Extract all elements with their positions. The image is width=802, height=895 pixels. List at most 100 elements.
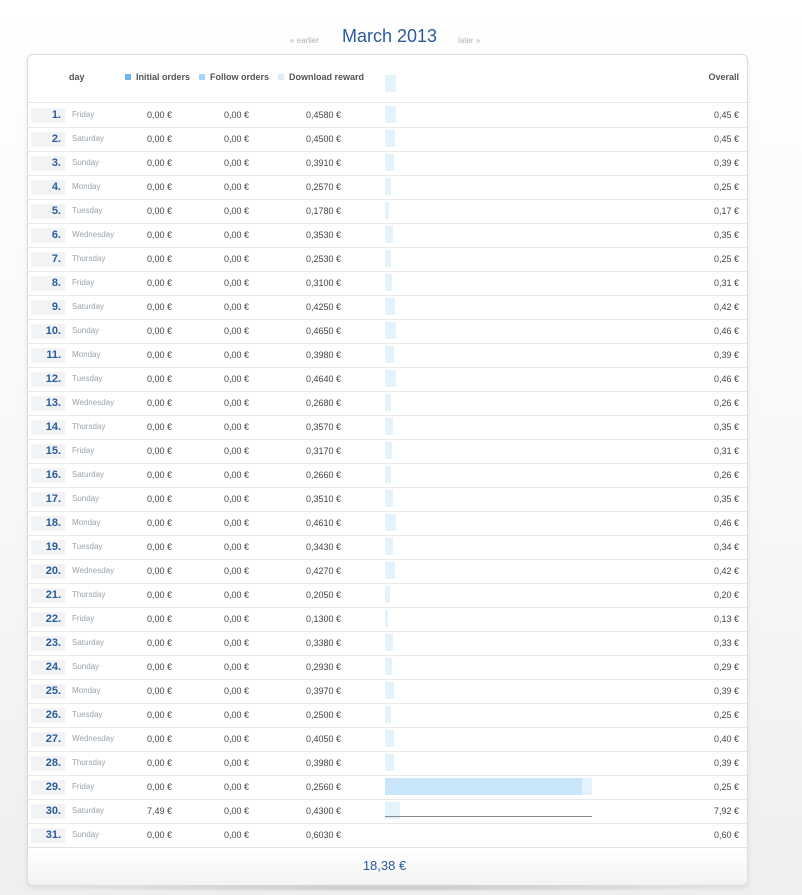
table-row[interactable]: 27. Wednesday 0,00 € 0,00 € 0,4050 € 0,40 € [28, 728, 747, 752]
table-row[interactable]: 24. Sunday 0,00 € 0,00 € 0,2930 € 0,29 € [28, 656, 747, 680]
later-link[interactable]: later » [458, 36, 480, 45]
download-reward-value: 0,2660 € [306, 470, 342, 480]
legend-initial-orders[interactable]: Initial orders [125, 72, 190, 82]
table-row[interactable]: 23. Saturday 0,00 € 0,00 € 0,3380 € 0,33 € [28, 632, 747, 656]
table-row[interactable]: 29. Friday 0,00 € 0,00 € 0,2560 € 0,25 € [28, 776, 747, 800]
initial-orders-value: 0,00 € [147, 830, 173, 840]
day-bar[interactable] [385, 730, 394, 747]
day-bar[interactable] [385, 154, 394, 171]
day-bar[interactable] [385, 442, 392, 459]
table-row[interactable]: 20. Wednesday 0,00 € 0,00 € 0,4270 € 0,42 € [28, 560, 747, 584]
overall-value: 0,39 € [713, 350, 739, 360]
table-row[interactable]: 5. Tuesday 0,00 € 0,00 € 0,1780 € 0,17 € [28, 200, 747, 224]
day-bar[interactable] [385, 634, 393, 651]
table-row[interactable]: 30. Saturday 7,49 € 0,00 € 0,4300 € 7,92 € [28, 800, 747, 824]
overall-value: 0,25 € [713, 782, 739, 792]
day-name: Wednesday [72, 230, 115, 239]
earlier-link[interactable]: « earlier [290, 36, 319, 45]
day-number: 24. [31, 660, 65, 675]
initial-orders-value: 0,00 € [147, 782, 173, 792]
day-bar[interactable] [385, 178, 391, 195]
table-row[interactable]: 31. Sunday 0,00 € 0,00 € 0,6030 € 0,60 € [28, 824, 747, 847]
overall-value: 0,42 € [713, 566, 739, 576]
overall-value: 0,46 € [713, 326, 739, 336]
day-bar[interactable] [385, 610, 388, 627]
initial-orders-value: 0,00 € [147, 614, 173, 624]
day-name: Friday [72, 278, 95, 287]
download-reward-value: 0,2560 € [306, 782, 342, 792]
overall-value: 0,13 € [713, 614, 739, 624]
table-row[interactable]: 8. Friday 0,00 € 0,00 € 0,3100 € 0,31 € [28, 272, 747, 296]
day-bar[interactable] [385, 418, 393, 435]
day-bar[interactable] [385, 514, 396, 531]
table-row[interactable]: 16. Saturday 0,00 € 0,00 € 0,2660 € 0,26 € [28, 464, 747, 488]
month-navigation: « earlier March 2013 later » [0, 24, 802, 50]
day-bar[interactable] [385, 226, 393, 243]
table-row[interactable]: 10. Sunday 0,00 € 0,00 € 0,4650 € 0,46 € [28, 320, 747, 344]
initial-orders-value: 0,00 € [147, 638, 173, 648]
table-row[interactable]: 21. Thursday 0,00 € 0,00 € 0,2050 € 0,20 € [28, 584, 747, 608]
day-number: 31. [31, 828, 65, 843]
table-row[interactable]: 4. Monday 0,00 € 0,00 € 0,2570 € 0,25 € [28, 176, 747, 200]
day-number: 22. [31, 612, 65, 627]
table-row[interactable]: 18. Monday 0,00 € 0,00 € 0,4610 € 0,46 € [28, 512, 747, 536]
follow-orders-value: 0,00 € [224, 302, 250, 312]
selected-day-bar[interactable] [385, 778, 582, 795]
day-number: 4. [31, 180, 65, 195]
day-bar[interactable] [385, 106, 396, 123]
table-row[interactable]: 25. Monday 0,00 € 0,00 € 0,3970 € 0,39 € [28, 680, 747, 704]
overall-value: 0,60 € [713, 830, 739, 840]
table-row[interactable]: 17. Sunday 0,00 € 0,00 € 0,3510 € 0,35 € [28, 488, 747, 512]
day-bar[interactable] [385, 298, 395, 315]
download-reward-swatch [278, 73, 284, 80]
day-bar[interactable] [385, 682, 394, 699]
table-row[interactable]: 2. Saturday 0,00 € 0,00 € 0,4500 € 0,45 € [28, 128, 747, 152]
table-row[interactable]: 13. Wednesday 0,00 € 0,00 € 0,2680 € 0,26 € [28, 392, 747, 416]
initial-orders-value: 0,00 € [147, 134, 173, 144]
table-row[interactable]: 9. Saturday 0,00 € 0,00 € 0,4250 € 0,42 € [28, 296, 747, 320]
day-bar[interactable] [385, 322, 396, 339]
follow-orders-value: 0,00 € [224, 662, 250, 672]
day-bar[interactable] [385, 466, 391, 483]
overall-value: 0,34 € [713, 542, 739, 552]
day-bar[interactable] [385, 274, 392, 291]
table-row[interactable]: 19. Tuesday 0,00 € 0,00 € 0,3430 € 0,34 € [28, 536, 747, 560]
day-bar[interactable] [385, 754, 394, 771]
initial-orders-value: 0,00 € [147, 566, 173, 576]
legend-download-reward[interactable]: Download reward [278, 72, 364, 82]
initial-orders-value: 0,00 € [147, 230, 173, 240]
day-bar[interactable] [385, 394, 391, 411]
day-bar[interactable] [385, 490, 393, 507]
table-row[interactable]: 26. Tuesday 0,00 € 0,00 € 0,2500 € 0,25 € [28, 704, 747, 728]
day-number: 28. [31, 756, 65, 771]
legend-label: Download reward [289, 72, 365, 82]
follow-orders-value: 0,00 € [224, 518, 250, 528]
day-bar[interactable] [385, 538, 393, 555]
table-row[interactable]: 3. Sunday 0,00 € 0,00 € 0,3910 € 0,39 € [28, 152, 747, 176]
day-bar[interactable] [385, 130, 395, 147]
legend-follow-orders[interactable]: Follow orders [199, 72, 269, 82]
table-row[interactable]: 14. Thursday 0,00 € 0,00 € 0,3570 € 0,35 € [28, 416, 747, 440]
table-row[interactable]: 1. Friday 0,00 € 0,00 € 0,4580 € 0,45 € [28, 104, 747, 128]
day-bar[interactable] [385, 562, 395, 579]
day-bar[interactable] [385, 370, 396, 387]
table-row[interactable]: 11. Monday 0,00 € 0,00 € 0,3980 € 0,39 € [28, 344, 747, 368]
table-row[interactable]: 7. Thursday 0,00 € 0,00 € 0,2530 € 0,25 € [28, 248, 747, 272]
table-row[interactable]: 15. Friday 0,00 € 0,00 € 0,3170 € 0,31 € [28, 440, 747, 464]
day-bar[interactable] [385, 706, 391, 723]
download-reward-value: 0,2500 € [306, 710, 342, 720]
statistics-panel: day Initial orders Follow orders Downloa… [27, 54, 748, 886]
table-row[interactable]: 6. Wednesday 0,00 € 0,00 € 0,3530 € 0,35 € [28, 224, 747, 248]
table-row[interactable]: 22. Friday 0,00 € 0,00 € 0,1300 € 0,13 € [28, 608, 747, 632]
day-bar[interactable] [385, 586, 390, 603]
day-bar[interactable] [385, 658, 392, 675]
day-bar[interactable] [385, 346, 394, 363]
day-name: Sunday [72, 326, 100, 335]
table-row[interactable]: 12. Tuesday 0,00 € 0,00 € 0,4640 € 0,46 € [28, 368, 747, 392]
day-bar[interactable] [385, 250, 391, 267]
day-bar[interactable] [385, 202, 389, 219]
table-row[interactable]: 28. Thursday 0,00 € 0,00 € 0,3980 € 0,39 € [28, 752, 747, 776]
follow-orders-value: 0,00 € [224, 182, 250, 192]
download-reward-value: 0,2570 € [306, 182, 342, 192]
overall-value: 0,25 € [713, 710, 739, 720]
